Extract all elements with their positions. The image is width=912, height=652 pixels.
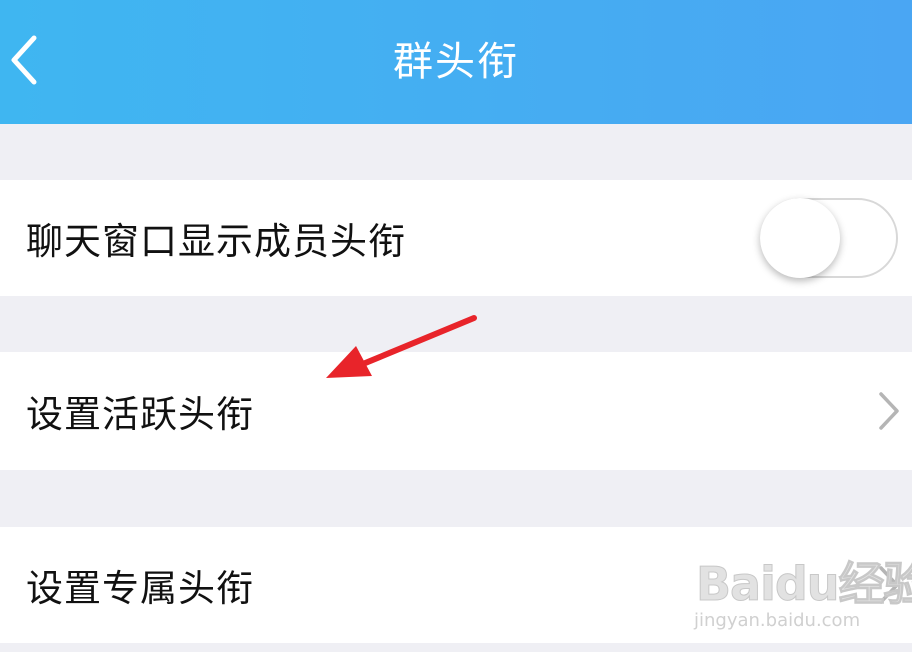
top-navigation-bar: 群头衔	[0, 0, 912, 124]
red-arrow-pointer-icon	[326, 315, 477, 378]
show-member-title-toggle[interactable]	[760, 198, 898, 278]
toggle-knob	[760, 198, 840, 278]
setting-label: 聊天窗口显示成员头衔	[26, 220, 406, 263]
setting-label: 设置活跃头衔	[26, 393, 254, 436]
page-title: 群头衔	[393, 39, 519, 85]
watermark-logo: Baidu经验	[696, 557, 912, 612]
chevron-right-icon	[879, 392, 899, 430]
setting-label: 设置专属头衔	[26, 567, 254, 610]
setting-row-show-member-title: 聊天窗口显示成员头衔	[0, 180, 912, 296]
watermark-url: jingyan.baidu.com	[694, 610, 861, 631]
